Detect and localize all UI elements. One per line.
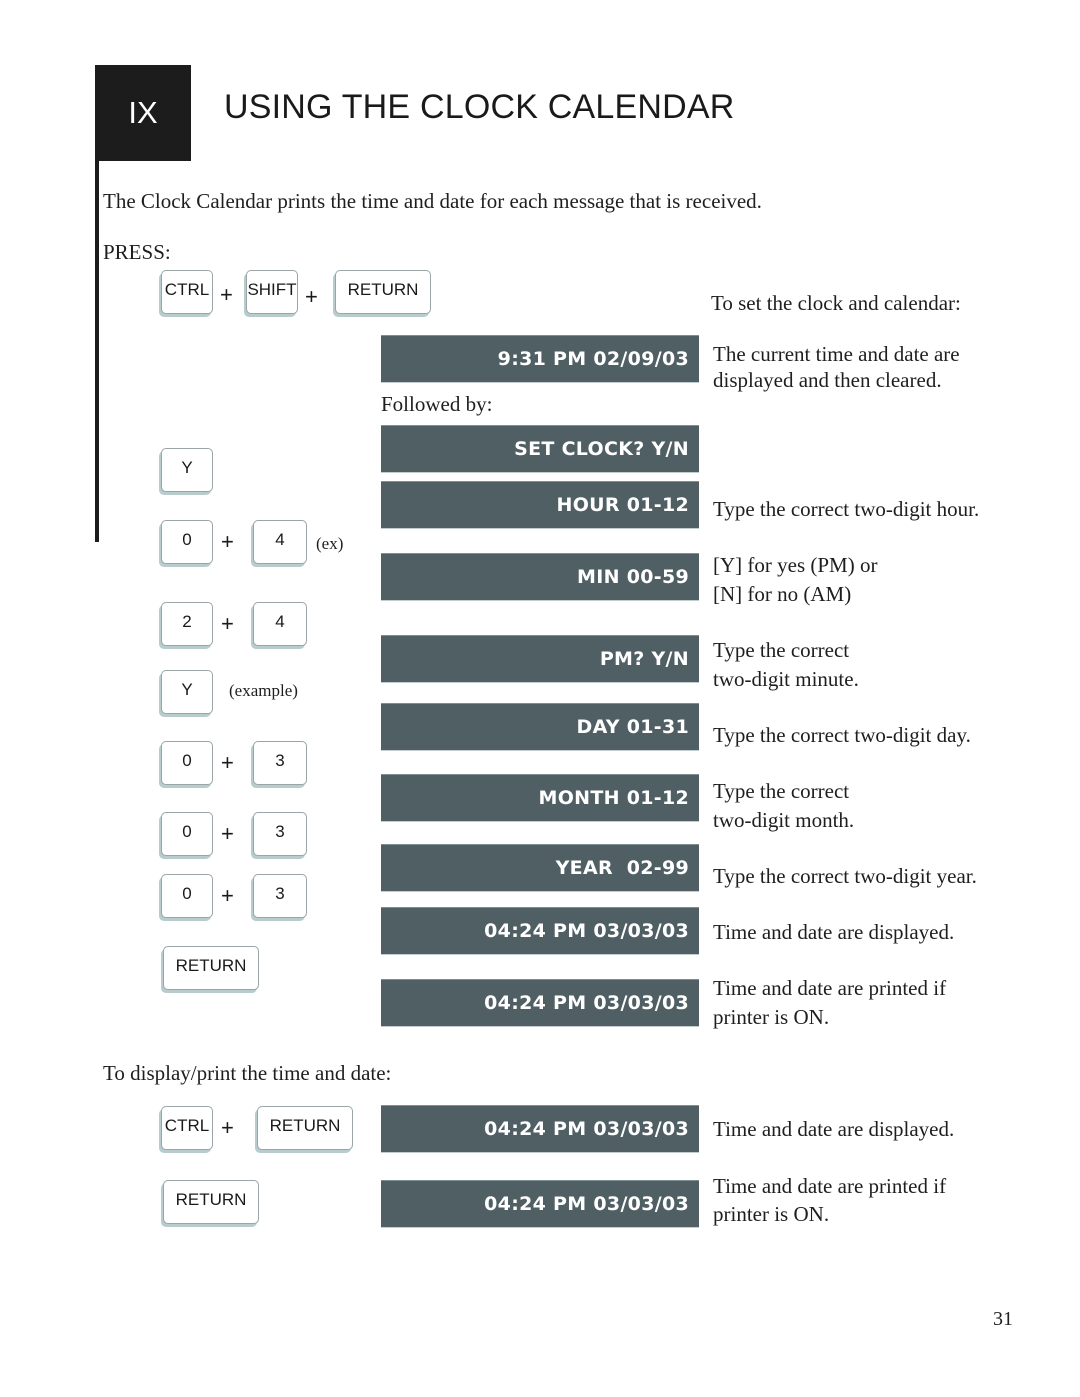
lcd-display-pm: PM? Y/N — [381, 635, 699, 683]
key-return[interactable]: RETURN — [257, 1106, 353, 1150]
plus-sign: + — [220, 282, 233, 307]
note-hour: Type the correct two-digit hour. — [713, 497, 980, 521]
note-day: Type the correct two-digit day. — [713, 723, 971, 747]
lcd-display-month: MONTH 01-12 — [381, 774, 699, 822]
lcd-display-day: DAY 01-31 — [381, 703, 699, 751]
key-return[interactable]: RETURN — [163, 946, 259, 990]
plus-sign: + — [221, 1115, 234, 1140]
lcd-display-hour: HOUR 01-12 — [381, 481, 699, 529]
key-4[interactable]: 4 — [253, 520, 307, 564]
note-show-printed-1: Time and date are printed if — [713, 1174, 947, 1198]
plus-sign: + — [221, 821, 234, 846]
note-year: Type the correct two-digit year. — [713, 864, 977, 888]
key-3[interactable]: 3 — [253, 812, 307, 856]
note-show-displayed: Time and date are displayed. — [713, 1117, 955, 1141]
note-pm-2: [N] for no (AM) — [713, 582, 852, 606]
plus-sign: + — [221, 611, 234, 636]
key-4[interactable]: 4 — [253, 602, 307, 646]
key-3[interactable]: 3 — [253, 874, 307, 918]
key-y[interactable]: Y — [161, 448, 213, 492]
lcd-display-year: YEAR 02-99 — [381, 844, 699, 892]
key-0[interactable]: 0 — [161, 741, 213, 785]
lcd-display-current-time: 9:31 PM 02/09/03 — [381, 335, 699, 383]
note-month-1: Type the correct — [713, 779, 850, 803]
plus-sign: + — [305, 284, 318, 309]
key-2[interactable]: 2 — [161, 602, 213, 646]
lcd-display-print-time: 04:24 PM 03/03/03 — [381, 1180, 699, 1228]
intro-text: The Clock Calendar prints the time and d… — [103, 189, 762, 213]
key-y[interactable]: Y — [161, 670, 213, 714]
lcd-display-min: MIN 00-59 — [381, 553, 699, 601]
lcd-display-show-time: 04:24 PM 03/03/03 — [381, 1105, 699, 1153]
note-pm-1: [Y] for yes (PM) or — [713, 553, 878, 577]
key-3[interactable]: 3 — [253, 741, 307, 785]
lcd-display-time-printed: 04:24 PM 03/03/03 — [381, 979, 699, 1027]
plus-sign: + — [221, 883, 234, 908]
press-label: PRESS: — [103, 240, 171, 264]
chapter-number-box: IX — [95, 65, 191, 161]
note-show-printed-2: printer is ON. — [713, 1202, 830, 1226]
note-printed-1: Time and date are printed if — [713, 976, 947, 1000]
key-0[interactable]: 0 — [161, 812, 213, 856]
key-ctrl[interactable]: CTRL — [161, 270, 213, 314]
key-0[interactable]: 0 — [161, 520, 213, 564]
note-minute-2: two-digit minute. — [713, 667, 859, 691]
key-return[interactable]: RETURN — [335, 270, 431, 314]
chapter-side-rule — [95, 161, 99, 542]
page-title: USING THE CLOCK CALENDAR — [224, 88, 735, 126]
annotation-example: (example) — [229, 681, 298, 700]
plus-sign: + — [221, 529, 234, 554]
plus-sign: + — [221, 750, 234, 775]
note-current-time-1: The current time and date are — [713, 342, 960, 366]
note-minute-1: Type the correct — [713, 638, 850, 662]
key-shift[interactable]: SHIFT — [246, 270, 298, 314]
note-printed-2: printer is ON. — [713, 1005, 830, 1029]
lcd-display-set-clock: SET CLOCK? Y/N — [381, 425, 699, 473]
chapter-number: IX — [128, 95, 158, 130]
key-ctrl[interactable]: CTRL — [161, 1106, 213, 1150]
key-0[interactable]: 0 — [161, 874, 213, 918]
display-section-heading: To display/print the time and date: — [103, 1061, 392, 1085]
followed-by-label: Followed by: — [381, 392, 493, 416]
key-return[interactable]: RETURN — [163, 1180, 259, 1224]
page-number: 31 — [993, 1308, 1013, 1330]
set-section-heading: To set the clock and calendar: — [711, 291, 961, 315]
note-month-2: two-digit month. — [713, 808, 855, 832]
note-current-time-2: displayed and then cleared. — [713, 368, 942, 392]
note-time-displayed: Time and date are displayed. — [713, 920, 955, 944]
annotation-ex: (ex) — [316, 534, 344, 553]
lcd-display-time-set: 04:24 PM 03/03/03 — [381, 907, 699, 955]
